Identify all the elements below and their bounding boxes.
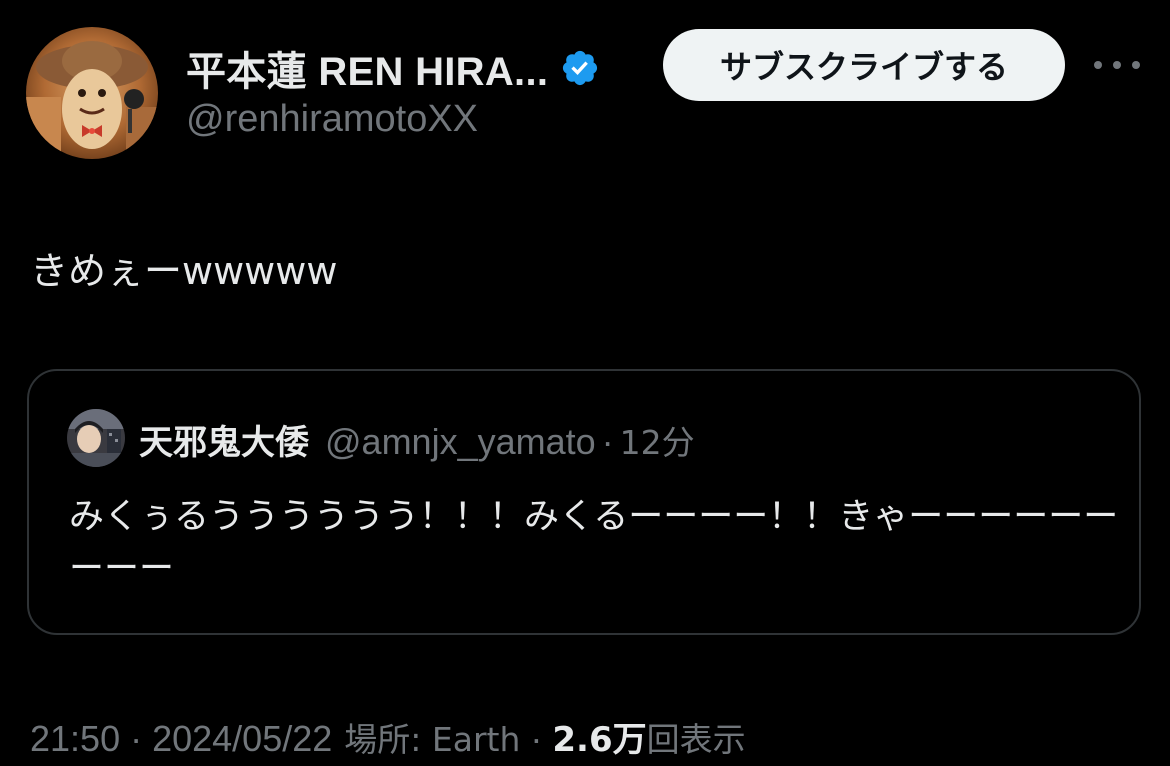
author-handle[interactable]: @renhiramotoXX [186, 98, 478, 141]
author-avatar[interactable] [26, 27, 158, 159]
meta-separator: · [130, 718, 143, 759]
tweet-meta: 21:50 · 2024/05/22 場所: Earth · 2.6万 回表示 [30, 712, 746, 761]
author-name-row: 平本蓮 REN HIRA... [186, 40, 600, 96]
subscribe-button[interactable]: サブスクライブする [663, 29, 1065, 101]
views-label: 回表示 [646, 720, 746, 759]
quote-timestamp[interactable]: 12分 [620, 416, 695, 464]
verified-badge-icon [563, 50, 598, 86]
quote-header: 天邪鬼大倭 @amnjx_yamato · 12分 [139, 415, 695, 464]
author-display-name[interactable]: 平本蓮 REN HIRA... [186, 39, 548, 97]
tweet-location: 場所: Earth [344, 720, 521, 759]
more-dot [1113, 61, 1121, 69]
quote-author-handle[interactable]: @amnjx_yamato [325, 421, 596, 463]
quote-avatar-image [67, 409, 125, 467]
tweet-text: きめぇーwwwww [30, 249, 338, 293]
views-count: 2.6万 [552, 720, 647, 760]
quote-author-name[interactable]: 天邪鬼大倭 [139, 415, 309, 464]
more-dot [1132, 61, 1140, 69]
tweet-date[interactable]: 2024/05/22 [152, 718, 332, 760]
quoted-tweet-card[interactable]: 天邪鬼大倭 @amnjx_yamato · 12分 みくぅるうううううう！！！み… [27, 369, 1141, 635]
quote-text: みくぅるうううううう！！！みくるーーーー！！きゃーーーーーーーーー [69, 497, 1119, 589]
more-horizontal-icon[interactable] [1094, 50, 1140, 80]
more-dot [1094, 61, 1102, 69]
avatar-image [26, 27, 158, 159]
meta-separator: · [530, 718, 543, 759]
quote-separator: · [601, 421, 614, 462]
quote-author-avatar[interactable] [67, 409, 125, 467]
tweet-time[interactable]: 21:50 [30, 718, 120, 760]
